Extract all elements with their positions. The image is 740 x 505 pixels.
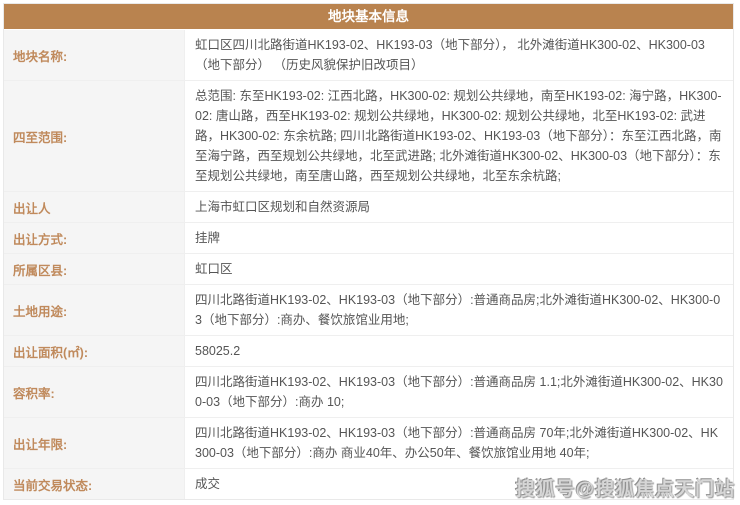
row-label: 出让方式: bbox=[4, 223, 185, 253]
row-label: 所属区县: bbox=[4, 254, 185, 284]
row-label: 四至范围: bbox=[4, 81, 185, 191]
row-value: 虹口区 bbox=[185, 254, 733, 284]
row-value: 58025.2 bbox=[185, 336, 733, 366]
row-value-text: 挂牌 bbox=[195, 228, 220, 248]
row-value-text: 上海市虹口区规划和自然资源局 bbox=[195, 197, 370, 217]
row-label: 土地用途: bbox=[4, 285, 185, 335]
row-value: 四川北路街道HK193-02、HK193-03（地下部分）:普通商品房;北外滩街… bbox=[185, 285, 733, 335]
table-row: 地块名称:虹口区四川北路街道HK193-02、HK193-03（地下部分）， 北… bbox=[4, 29, 733, 80]
table-row: 出让面积(㎡): 58025.2 bbox=[4, 335, 733, 366]
row-label: 容积率: bbox=[4, 367, 185, 417]
table-row: 容积率:四川北路街道HK193-02、HK193-03（地下部分）:普通商品房 … bbox=[4, 366, 733, 417]
table-row: 当前交易状态: 成交 bbox=[4, 468, 733, 499]
row-value: 虹口区四川北路街道HK193-02、HK193-03（地下部分）， 北外滩街道H… bbox=[185, 30, 733, 80]
table-row: 出让人上海市虹口区规划和自然资源局 bbox=[4, 191, 733, 222]
row-value: 四川北路街道HK193-02、HK193-03（地下部分）:普通商品房 70年;… bbox=[185, 418, 733, 468]
row-label: 出让面积(㎡): bbox=[4, 336, 185, 366]
row-value: 上海市虹口区规划和自然资源局 bbox=[185, 192, 733, 222]
page: 地块基本信息 地块名称:虹口区四川北路街道HK193-02、HK193-03（地… bbox=[0, 0, 740, 505]
table-row: 出让方式: 挂牌 bbox=[4, 222, 733, 253]
row-value-text: 58025.2 bbox=[195, 341, 240, 361]
row-value-text: 四川北路街道HK193-02、HK193-03（地下部分）:普通商品房 70年;… bbox=[195, 423, 723, 463]
row-value-text: 虹口区 bbox=[195, 259, 233, 279]
table-row: 土地用途:四川北路街道HK193-02、HK193-03（地下部分）:普通商品房… bbox=[4, 284, 733, 335]
row-value-text: 虹口区四川北路街道HK193-02、HK193-03（地下部分）， 北外滩街道H… bbox=[195, 35, 723, 75]
row-value-text: 成交 bbox=[195, 474, 220, 494]
table-row: 出让年限:四川北路街道HK193-02、HK193-03（地下部分）:普通商品房… bbox=[4, 417, 733, 468]
table-row: 四至范围:总范围: 东至HK193-02: 江西北路，HK300-02: 规划公… bbox=[4, 80, 733, 191]
row-value-text: 总范围: 东至HK193-02: 江西北路，HK300-02: 规划公共绿地，南… bbox=[195, 86, 723, 186]
table-body: 地块名称:虹口区四川北路街道HK193-02、HK193-03（地下部分）， 北… bbox=[4, 29, 733, 499]
table-row: 所属区县: 虹口区 bbox=[4, 253, 733, 284]
row-value: 四川北路街道HK193-02、HK193-03（地下部分）:普通商品房 1.1;… bbox=[185, 367, 733, 417]
row-label: 当前交易状态: bbox=[4, 469, 185, 499]
table-title: 地块基本信息 bbox=[4, 4, 733, 29]
row-value-text: 四川北路街道HK193-02、HK193-03（地下部分）:普通商品房;北外滩街… bbox=[195, 290, 723, 330]
row-value: 总范围: 东至HK193-02: 江西北路，HK300-02: 规划公共绿地，南… bbox=[185, 81, 733, 191]
row-label: 地块名称: bbox=[4, 30, 185, 80]
land-info-panel: 地块基本信息 地块名称:虹口区四川北路街道HK193-02、HK193-03（地… bbox=[3, 3, 734, 500]
row-label: 出让年限: bbox=[4, 418, 185, 468]
row-label: 出让人 bbox=[4, 192, 185, 222]
row-value: 成交 bbox=[185, 469, 733, 499]
row-value: 挂牌 bbox=[185, 223, 733, 253]
row-value-text: 四川北路街道HK193-02、HK193-03（地下部分）:普通商品房 1.1;… bbox=[195, 372, 723, 412]
